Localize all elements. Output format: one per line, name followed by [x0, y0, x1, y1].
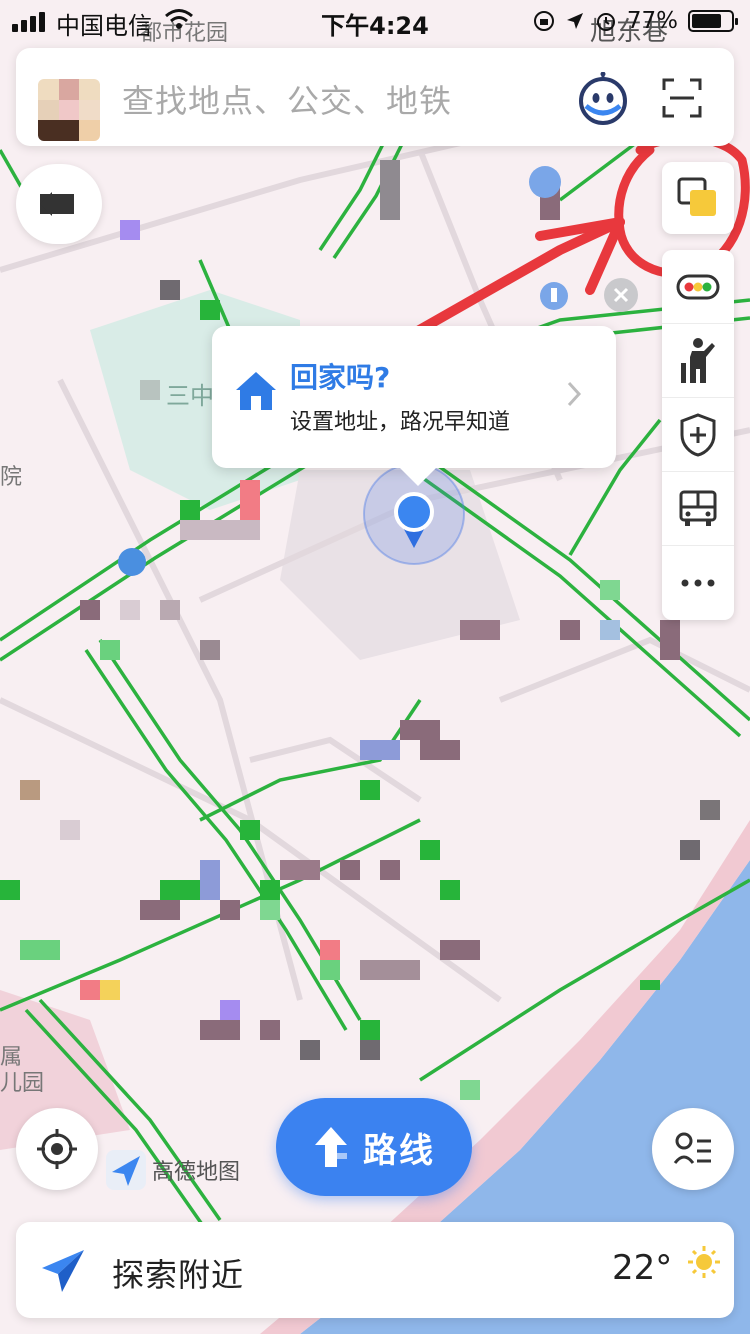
temperature: 22° [612, 1248, 673, 1288]
map-toolbar [662, 250, 734, 620]
layers-button[interactable] [662, 162, 734, 234]
logo-label: 高德地图 [152, 1160, 241, 1185]
popup-close-button[interactable] [604, 278, 638, 312]
scan-icon[interactable] [662, 78, 702, 118]
amap-logo-icon [106, 1150, 146, 1190]
route-button[interactable]: 路线 [276, 1098, 472, 1196]
home-icon [236, 372, 276, 410]
traffic-button[interactable] [662, 250, 734, 324]
locate-crosshair-icon [37, 1129, 77, 1169]
layers-icon [677, 177, 716, 216]
safety-button[interactable] [662, 398, 734, 472]
route-button-label: 路线 [363, 1130, 435, 1171]
back-button[interactable] [16, 164, 102, 244]
map-label-school: 三中 [166, 382, 214, 410]
traffic-icon [676, 274, 720, 299]
status-bar: 中国电信 下午4:24 77% [0, 0, 750, 42]
popup-title: 回家吗? [290, 361, 391, 394]
saved-places-button[interactable] [652, 1108, 734, 1190]
shield-plus-icon [680, 412, 716, 457]
map-label-left: 院 [0, 465, 22, 490]
locate-me-button[interactable] [16, 1108, 98, 1190]
more-icon [681, 579, 715, 587]
more-button[interactable] [662, 546, 734, 620]
poi-pin[interactable] [118, 548, 146, 576]
avatar[interactable] [38, 79, 100, 141]
rotation-lock-icon [533, 11, 554, 31]
bus-button[interactable] [662, 472, 734, 546]
battery-icon [688, 10, 738, 32]
close-icon [613, 287, 629, 303]
search-bar[interactable]: 查找地点、公交、地铁 [16, 48, 734, 146]
search-input[interactable]: 查找地点、公交、地铁 [122, 76, 452, 122]
paper-plane-icon [42, 1250, 84, 1292]
amap-logo: 高德地图 [106, 1150, 240, 1190]
location-arrow-icon [566, 13, 583, 29]
place-list-icon [673, 1132, 711, 1164]
chevron-right-icon [567, 381, 582, 407]
popup-subtitle: 设置地址，路况早知道 [290, 410, 511, 435]
poi-pin[interactable] [529, 166, 561, 198]
sunny-weather-icon [688, 1246, 720, 1278]
street-view-button[interactable] [662, 324, 734, 398]
route-arrow-icon [315, 1127, 347, 1167]
poi-pin[interactable] [540, 282, 568, 310]
map-label-left-bottom-2: 儿园 [0, 1071, 44, 1096]
map-label-left-bottom: 属 [0, 1045, 22, 1070]
assistant-mascot-icon[interactable] [576, 72, 630, 126]
back-arrow-icon [40, 192, 74, 216]
battery-percent: 77% [626, 8, 678, 34]
go-home-popup[interactable]: 回家吗? 设置地址，路况早知道 [212, 326, 616, 486]
alarm-icon [596, 13, 615, 31]
explore-nearby-label: 探索附近 [112, 1256, 245, 1294]
bus-icon [679, 490, 717, 526]
person-icon [681, 337, 715, 383]
explore-nearby-bar[interactable]: 探索附近 22° [16, 1222, 734, 1318]
